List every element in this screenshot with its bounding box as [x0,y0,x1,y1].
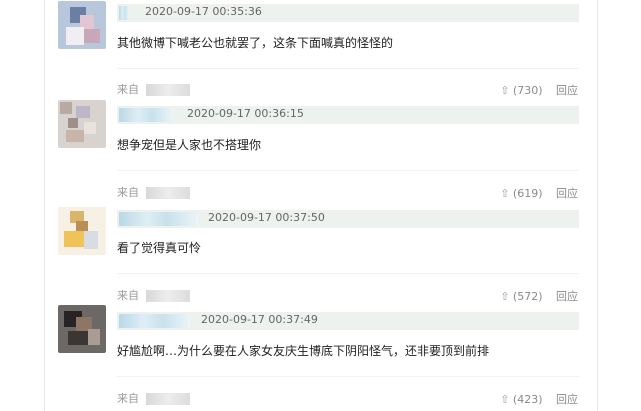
source-line: 来自 [117,392,190,406]
source-device [145,290,190,302]
divider [117,273,579,274]
like-count[interactable]: (423) [513,393,543,407]
source-device [145,84,190,96]
avatar[interactable] [58,1,106,49]
comment-actions: ⇧ (619) 回应 [500,187,578,201]
source-line: 来自 [117,83,190,97]
timestamp: 2020-09-17 00:37:50 [208,211,325,224]
source-device [145,393,190,405]
source-device [145,187,190,199]
divider [117,376,579,377]
comment-actions: ⇧ (423) 回应 [500,393,578,407]
reply-button[interactable]: 回应 [556,393,578,407]
source-label: 来自 [117,392,139,405]
comment-actions: ⇧ (572) 回应 [500,290,578,304]
like-count[interactable]: (572) [513,290,543,304]
username-bar[interactable] [117,312,579,330]
source-label: 来自 [117,289,139,302]
comment-page: 2020-09-17 00:35:36 其他微博下喊老公也就罢了，这条下面喊真的… [0,0,641,411]
avatar[interactable] [58,305,106,353]
timestamp: 2020-09-17 00:36:15 [187,107,304,120]
source-label: 来自 [117,186,139,199]
comment-text: 其他微博下喊老公也就罢了，这条下面喊真的怪怪的 [117,36,394,50]
like-count[interactable]: (730) [513,84,543,98]
comment-actions: ⇧ (730) 回应 [500,84,578,98]
like-icon[interactable]: ⇧ [500,290,509,304]
comment-text: 看了觉得真可怜 [117,241,202,255]
source-line: 来自 [117,289,190,303]
divider [117,68,579,69]
like-count[interactable]: (619) [513,187,543,201]
avatar[interactable] [58,207,106,255]
source-label: 来自 [117,83,139,96]
like-icon[interactable]: ⇧ [500,84,509,98]
username-bar[interactable] [117,210,579,228]
reply-button[interactable]: 回应 [556,187,578,201]
like-icon[interactable]: ⇧ [500,187,509,201]
source-line: 来自 [117,186,190,200]
timestamp: 2020-09-17 00:35:36 [145,5,262,18]
avatar[interactable] [58,100,106,148]
reply-button[interactable]: 回应 [556,290,578,304]
timestamp: 2020-09-17 00:37:49 [201,313,318,326]
like-icon[interactable]: ⇧ [500,393,509,407]
reply-button[interactable]: 回应 [556,84,578,98]
comment-text: 好尴尬啊…为什么要在人家女友庆生博底下阴阳怪气，还非要顶到前排 [117,344,490,358]
comment-text: 想争宠但是人家也不搭理你 [117,138,262,152]
divider [117,170,579,171]
